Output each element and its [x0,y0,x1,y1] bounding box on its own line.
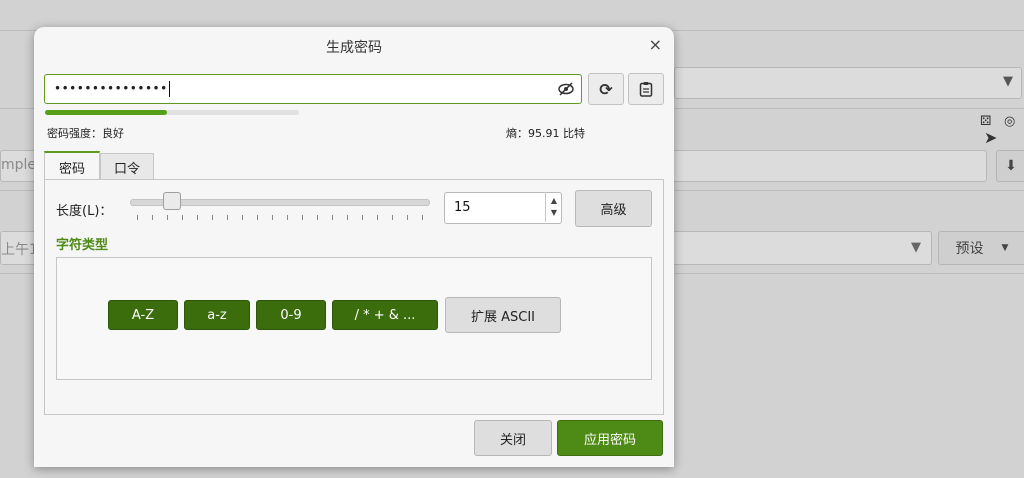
toggle-special[interactable]: / * + & ... [332,300,438,330]
slider-tick [362,215,363,220]
toggle-numbers[interactable]: 0-9 [256,300,326,330]
bg-date-text: 上午1 [1,242,38,258]
regenerate-button[interactable]: ⟳ [588,73,624,105]
bg-eye-slash-icon: ◎ [1004,114,1016,129]
apply-password-button[interactable]: 应用密码 [557,420,663,456]
dialog-close-icon[interactable]: × [649,35,662,54]
text-caret [168,81,170,97]
char-types-title: 字符类型 [56,238,109,253]
tab-password[interactable]: 密码 [44,151,100,181]
bg-dropdown-field: ▼ [674,67,1022,99]
tab-passphrase[interactable]: 口令 [100,153,154,180]
toggle-extended-ascii[interactable]: 扩展 ASCII [445,297,561,333]
length-slider-handle[interactable] [163,192,181,210]
spin-down-icon[interactable]: ▼ [551,207,557,219]
strength-meter-fill [45,110,167,115]
slider-tick [227,215,228,220]
slider-tick [197,215,198,220]
password-field[interactable]: ••••••••••••••• [44,74,582,104]
clipboard-icon [639,82,653,97]
slider-tick [182,215,183,220]
refresh-icon: ⟳ [599,79,613,99]
dialog-titlebar: 生成密码 × [34,27,674,65]
dialog-title: 生成密码 [326,40,382,56]
generate-password-dialog: 生成密码 × ••••••••••••••• ⟳ 密码强度：良好 熵：95.91… [34,27,674,467]
bg-dropdown-arrow-icon: ▼ [1003,74,1013,89]
slider-tick [332,215,333,220]
slider-tick [392,215,393,220]
length-label: 长度(L)： [56,204,113,219]
slider-tick [347,215,348,220]
slider-tick [272,215,273,220]
slider-tick [167,215,168,220]
slider-tick [212,215,213,220]
slider-tick [257,215,258,220]
strength-label: 密码强度：良好 [47,127,124,140]
bg-preset-button: 预设 ▼ [938,231,1024,265]
slider-tick [422,215,423,220]
slider-tick [137,215,138,220]
slider-ticks [137,215,427,221]
spin-up-icon[interactable]: ▲ [551,195,557,207]
strength-meter [45,110,299,115]
advanced-button[interactable]: 高级 [575,190,652,227]
bg-download-icon: ⬇ [996,150,1024,182]
length-spinbox[interactable]: 15 ▲ ▼ [444,192,562,224]
slider-tick [377,215,378,220]
bg-date-arrow-icon: ▼ [911,240,921,255]
slider-tick [152,215,153,220]
close-button[interactable]: 关闭 [474,420,552,456]
slider-tick [242,215,243,220]
password-text: ••••••••••••••• [54,81,170,97]
bg-preset-arrow-icon: ▼ [1001,243,1009,253]
slider-tick [302,215,303,220]
slider-tick [287,215,288,220]
toggle-lowercase[interactable]: a-z [184,300,250,330]
slider-tick [407,215,408,220]
password-masked-value: ••••••••••••••• [54,81,168,96]
slider-tick [317,215,318,220]
mouse-cursor-icon: ➤ [984,128,998,147]
length-value: 15 [454,200,471,215]
bg-dice-icon: ⚄ [980,114,992,129]
bg-preset-label: 预设 [955,241,984,257]
toggle-uppercase[interactable]: A-Z [108,300,178,330]
copy-button[interactable] [628,73,664,105]
spin-arrows[interactable]: ▲ ▼ [545,192,562,222]
entropy-label: 熵：95.91 比特 [506,127,585,140]
eye-slash-icon[interactable] [557,80,575,98]
